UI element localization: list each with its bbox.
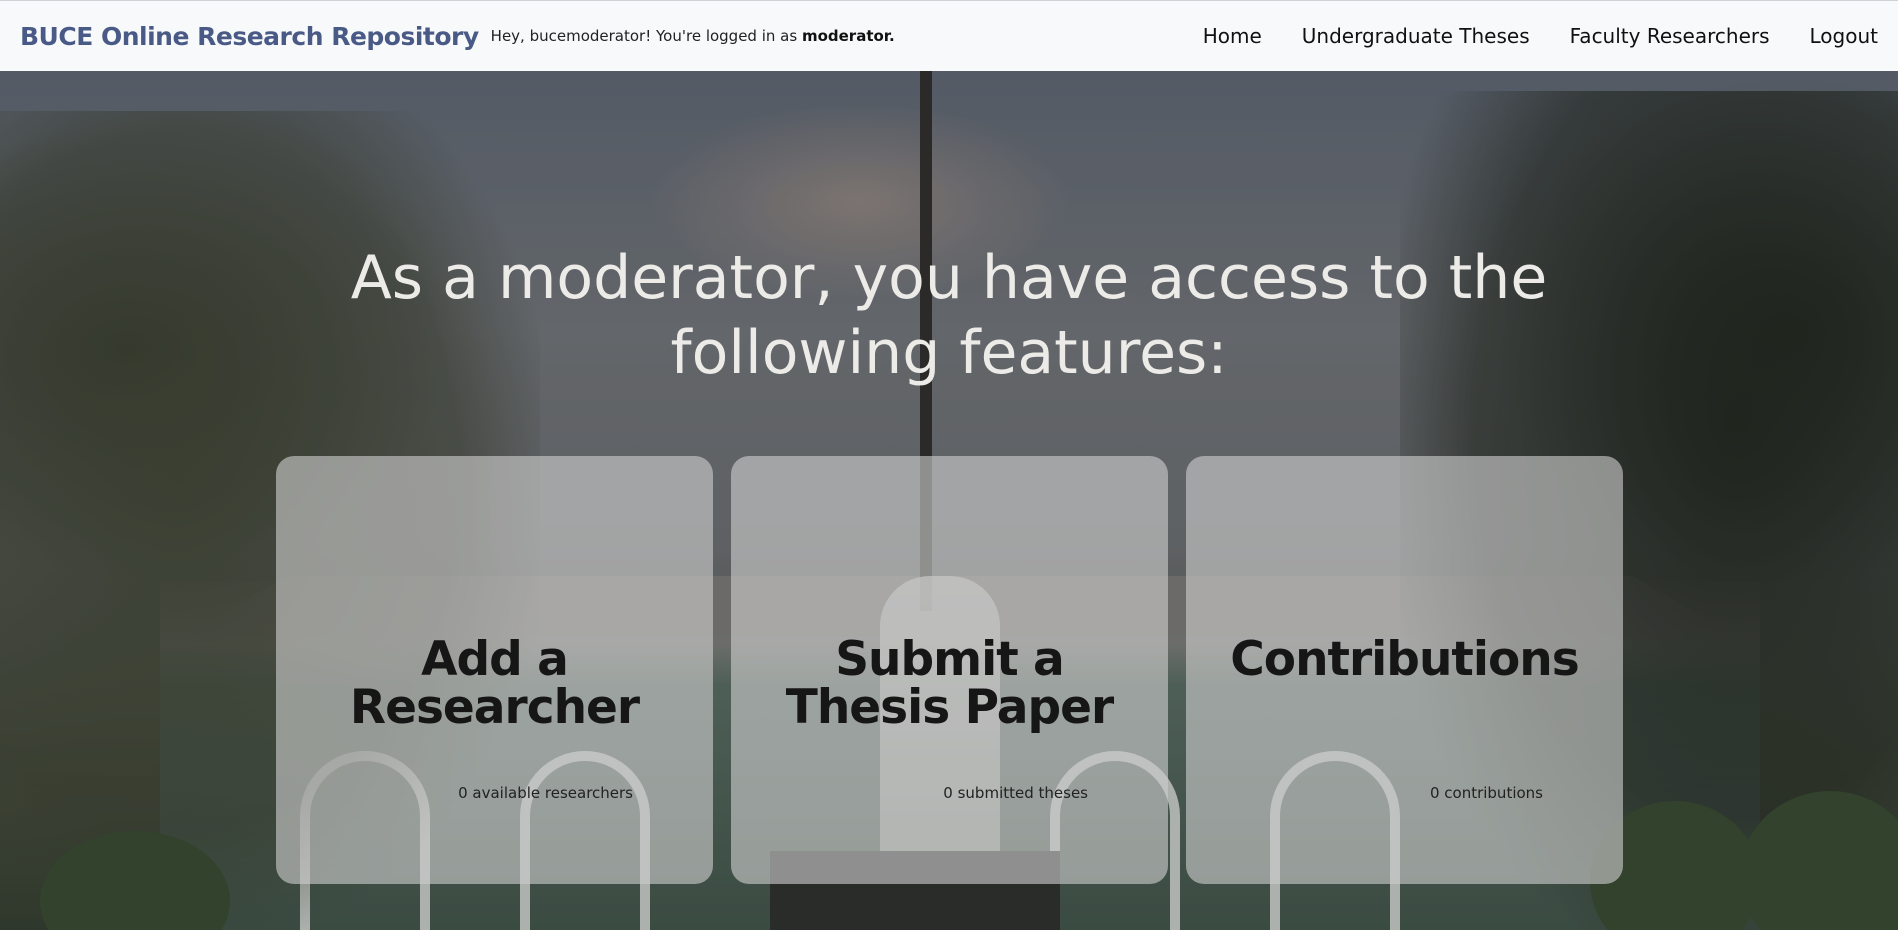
nav-undergraduate-theses[interactable]: Undergraduate Theses bbox=[1302, 24, 1530, 48]
card-title-line: Contributions bbox=[1230, 632, 1579, 687]
card-title: Submit a Thesis Paper bbox=[785, 632, 1114, 735]
page-headline: As a moderator, you have access to the f… bbox=[0, 241, 1898, 391]
login-greeting: Hey, bucemoderator! You're logged in as … bbox=[491, 27, 895, 45]
brand-link[interactable]: BUCE Online Research Repository bbox=[20, 22, 479, 51]
headline-line-1: As a moderator, you have access to the bbox=[350, 243, 1548, 313]
top-navbar: BUCE Online Research Repository Hey, buc… bbox=[0, 0, 1898, 71]
add-researcher-card[interactable]: Add a Researcher 0 available researchers bbox=[276, 456, 713, 884]
nav-logout[interactable]: Logout bbox=[1810, 24, 1878, 48]
nav-links: Home Undergraduate Theses Faculty Resear… bbox=[1203, 24, 1878, 48]
contributions-card[interactable]: Contributions 0 contributions bbox=[1186, 456, 1623, 884]
card-title: Contributions bbox=[1230, 632, 1579, 687]
nav-faculty-researchers[interactable]: Faculty Researchers bbox=[1570, 24, 1770, 48]
greeting-text: Hey, bucemoderator! You're logged in as bbox=[490, 27, 798, 45]
card-title-line: Submit a bbox=[835, 632, 1065, 687]
nav-home[interactable]: Home bbox=[1203, 24, 1262, 48]
submit-thesis-card[interactable]: Submit a Thesis Paper 0 submitted theses bbox=[731, 456, 1168, 884]
card-title-line: Add a bbox=[421, 632, 569, 687]
headline-line-2: following features: bbox=[670, 318, 1228, 388]
researcher-count: 0 available researchers bbox=[458, 784, 633, 802]
user-role: moderator. bbox=[801, 27, 895, 45]
theses-count: 0 submitted theses bbox=[943, 784, 1088, 802]
contributions-count: 0 contributions bbox=[1429, 784, 1543, 802]
card-title-line: Researcher bbox=[349, 680, 640, 735]
card-title-line: Thesis Paper bbox=[785, 680, 1114, 735]
card-title: Add a Researcher bbox=[349, 632, 640, 735]
hero-section: As a moderator, you have access to the f… bbox=[0, 71, 1898, 930]
